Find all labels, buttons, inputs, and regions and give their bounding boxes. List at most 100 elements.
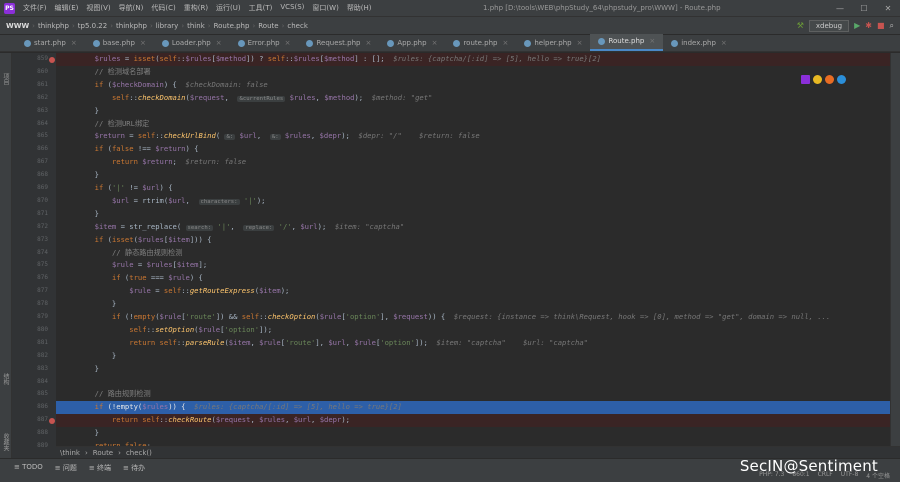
code-token: checkDomain — [137, 92, 186, 102]
nav-crumb[interactable]: think — [184, 22, 208, 30]
tab-close-icon[interactable]: × — [721, 39, 727, 47]
tab-close-icon[interactable]: × — [71, 39, 77, 47]
tab-close-icon[interactable]: × — [649, 37, 655, 45]
editor-tab[interactable]: index.php × — [663, 36, 735, 51]
line-number: 863 — [37, 106, 48, 114]
code-token: isset — [111, 234, 134, 244]
nav-crumb[interactable]: WWW — [0, 22, 32, 30]
tab-close-icon[interactable]: × — [140, 39, 146, 47]
code-token: $request: {instance => think\Request, ho… — [453, 312, 831, 321]
close-icon[interactable]: ✕ — [876, 4, 900, 13]
menu-item[interactable]: VCS(S) — [276, 3, 308, 13]
menu-item[interactable]: 文件(F) — [19, 3, 51, 13]
menu-item[interactable]: 工具(T) — [245, 3, 277, 13]
code-line: } — [56, 350, 890, 363]
code-token: if — [94, 234, 104, 244]
code-token: $url — [142, 183, 160, 192]
code-token: self — [159, 337, 177, 347]
menu-item[interactable]: 视图(V) — [82, 3, 114, 13]
main-area: 项目 结构 收藏夹 859 860 861 862 863 864 865 866 867 868 86… — [0, 53, 900, 458]
editor-tab[interactable]: Error.php × — [230, 36, 299, 51]
stop-icon[interactable]: ■ — [877, 21, 885, 30]
debug-icon[interactable]: ✱ — [865, 21, 872, 30]
code-token: )) { — [427, 312, 454, 321]
code-token: ( — [103, 79, 112, 89]
code-line: return self::parseRule($item, $rule['rou… — [56, 337, 890, 350]
breakpoint-icon[interactable] — [49, 56, 55, 63]
run-config-select[interactable]: xdebug — [808, 19, 850, 32]
nav-crumb[interactable]: Route.php — [211, 22, 253, 30]
code-breadcrumb-item[interactable]: Route — [93, 449, 113, 457]
menu-item[interactable]: 导航(N) — [115, 3, 148, 13]
code-token: } — [60, 299, 117, 309]
code-breadcrumb-item[interactable]: \think — [60, 449, 80, 457]
hammer-icon[interactable]: ⚒ — [797, 21, 804, 30]
code-token: // 路由规则检测 — [94, 389, 151, 399]
line-number: 885 — [37, 390, 48, 398]
breakpoint-icon[interactable] — [49, 417, 55, 424]
editor-tab[interactable]: route.php × — [445, 36, 516, 51]
tab-close-icon[interactable]: × — [216, 39, 222, 47]
tab-close-icon[interactable]: × — [285, 39, 291, 47]
nav-crumb[interactable]: thinkphp — [113, 22, 150, 30]
menu-item[interactable]: 代码(C) — [147, 3, 179, 13]
code-token: self — [137, 131, 156, 141]
tab-close-icon[interactable]: × — [577, 39, 583, 47]
code-token: $rule — [198, 324, 221, 334]
run-icon[interactable]: ▶ — [854, 21, 860, 30]
maximize-icon[interactable]: ☐ — [852, 4, 876, 13]
menu-item[interactable]: 帮助(H) — [343, 3, 376, 13]
code-token: '|' — [217, 221, 231, 231]
editor-tab[interactable]: helper.php × — [516, 36, 590, 51]
code-token: // 检测URL绑定 — [94, 118, 150, 128]
code-token: empty — [133, 312, 156, 321]
code-token: search: — [185, 224, 214, 231]
nav-crumb[interactable]: thinkphp — [35, 22, 72, 30]
tab-close-icon[interactable]: × — [365, 39, 371, 47]
menu-item[interactable]: 运行(U) — [212, 3, 245, 13]
minimize-icon[interactable]: — — [828, 4, 852, 13]
editor-tab[interactable]: Route.php × — [590, 34, 664, 51]
tab-close-icon[interactable]: × — [432, 39, 438, 47]
code-token: &currentRules — [237, 95, 286, 102]
code-token: setOption — [155, 324, 195, 334]
nav-crumb[interactable]: check — [284, 22, 311, 30]
editor-tab[interactable]: base.php × — [85, 36, 154, 51]
code-token: } — [60, 208, 99, 218]
search-icon[interactable]: ⌕ — [890, 21, 894, 31]
code-line: if (!empty($rule['route']) && self::chec… — [56, 311, 890, 324]
menu-item[interactable]: 重构(R) — [180, 3, 212, 13]
code-token: 'option' — [224, 324, 260, 334]
line-number: 874 — [37, 248, 48, 256]
editor-tab[interactable]: Request.php × — [298, 36, 379, 51]
nav-crumb[interactable]: tp5.0.22 — [75, 22, 110, 30]
editor-tab[interactable]: start.php × — [16, 36, 85, 51]
left-tool-tab[interactable]: 项目 — [1, 73, 10, 85]
code-token: ]) && — [215, 312, 242, 321]
code-token: = rtrim( — [129, 195, 169, 205]
left-tool-tab[interactable]: 结构 — [1, 373, 10, 385]
code-editor[interactable]: ▲6 ▲222 ✔15 ⌃ ⌄ $rules = isset(self::$ru… — [56, 53, 890, 458]
code-breadcrumb-item[interactable]: check() — [126, 449, 152, 457]
nav-crumb[interactable]: library — [153, 22, 182, 30]
code-token: , — [345, 337, 355, 347]
code-token: $return — [94, 131, 125, 141]
tab-label: helper.php — [534, 39, 572, 47]
code-token: $rules — [284, 131, 311, 141]
code-token: , — [256, 131, 270, 141]
editor-tab[interactable]: App.php × — [379, 36, 445, 51]
menu-item[interactable]: 窗口(W) — [308, 3, 342, 13]
code-line: // 检测域名部署 — [56, 66, 890, 79]
tab-close-icon[interactable]: × — [502, 39, 508, 47]
menu-item[interactable]: 编辑(E) — [51, 3, 83, 13]
editor-tab[interactable]: Loader.php × — [154, 36, 230, 51]
left-tool-tab[interactable]: 收藏夹 — [1, 433, 10, 451]
nav-crumb[interactable]: Route — [255, 22, 281, 30]
php-file-icon — [306, 39, 314, 47]
code-token: } — [60, 350, 117, 360]
